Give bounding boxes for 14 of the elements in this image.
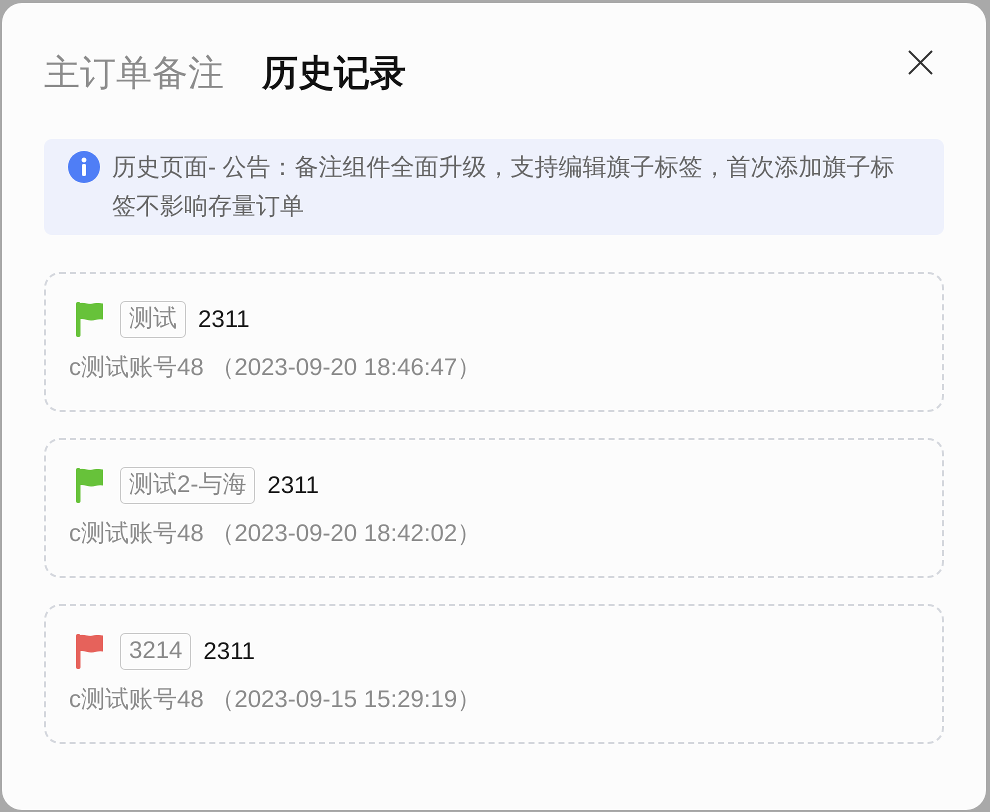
note-text: 2311 [198, 304, 250, 334]
note-tag: 3214 [120, 633, 192, 670]
record-byline: c测试账号48 （2023-09-20 18:42:02） [69, 519, 482, 549]
info-icon [68, 151, 100, 183]
note-tag: 测试 [120, 301, 186, 338]
note-tag: 测试2-与海 [120, 467, 256, 504]
close-button[interactable] [908, 50, 933, 75]
record-byline: c测试账号48 （2023-09-15 15:29:19） [69, 685, 482, 715]
record-byline: c测试账号48 （2023-09-20 18:46:47） [69, 353, 482, 383]
dialog-tab[interactable]: 历史记录 [262, 53, 406, 93]
close-icon [908, 50, 933, 75]
note-text: 2311 [267, 470, 319, 500]
note-text: 2311 [203, 636, 255, 666]
notice-text: 历史页面- 公告：备注组件全面升级，支持编辑旗子标签，首次添加旗子标签不影响存量订单 [112, 153, 896, 222]
